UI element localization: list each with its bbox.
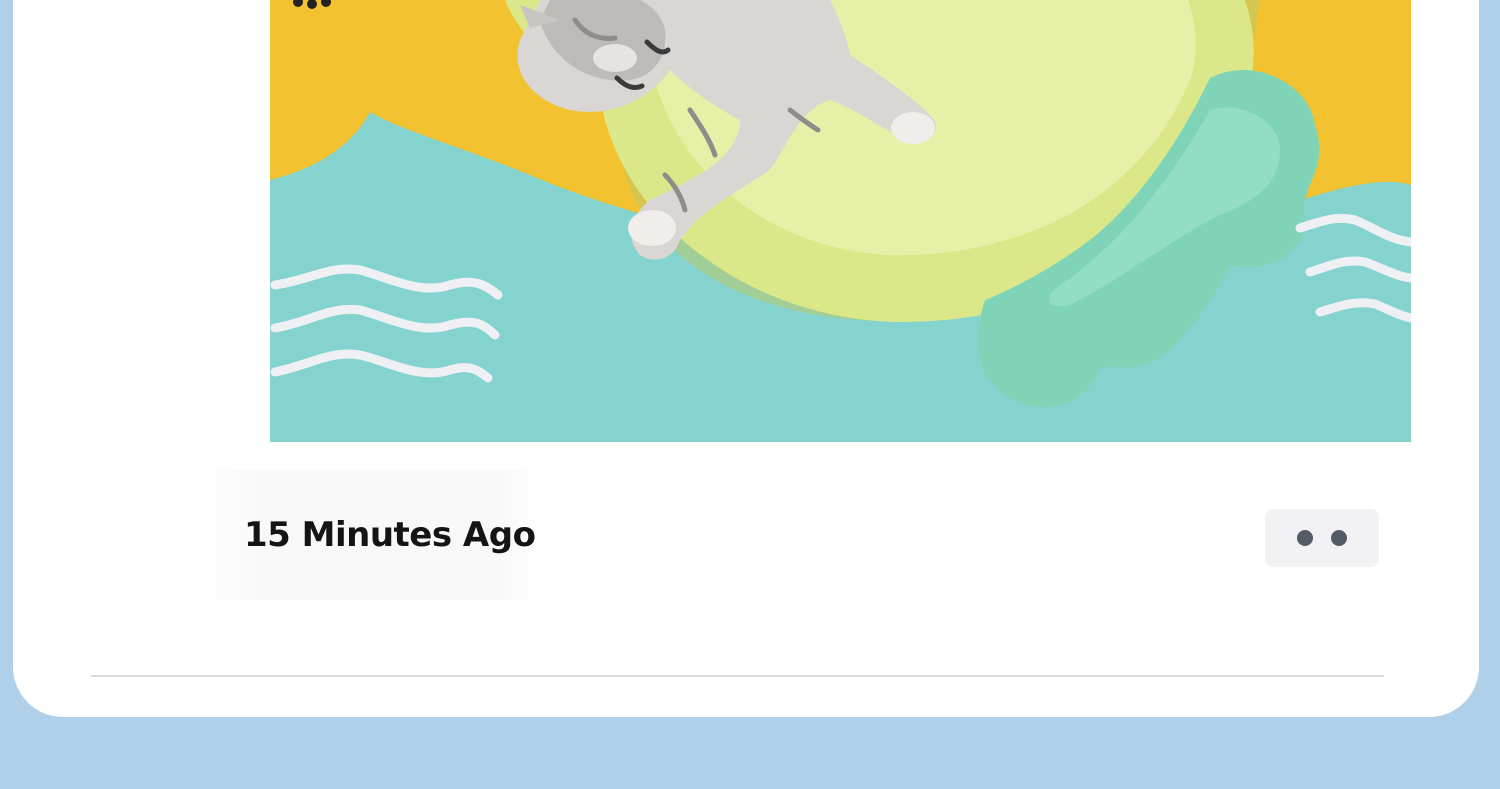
post-divider: [91, 675, 1384, 677]
ellipsis-icon-dot: [1331, 530, 1347, 546]
post-meta-row: 15 Minutes Ago: [13, 470, 1479, 600]
post-timestamp: 15 Minutes Ago: [244, 515, 536, 555]
post-image[interactable]: [270, 0, 1411, 442]
more-options-button[interactable]: [1265, 509, 1379, 567]
cat-photo-illustration: [270, 0, 1411, 442]
post-card: 15 Minutes Ago: [13, 0, 1479, 717]
ellipsis-icon: [1297, 530, 1313, 546]
